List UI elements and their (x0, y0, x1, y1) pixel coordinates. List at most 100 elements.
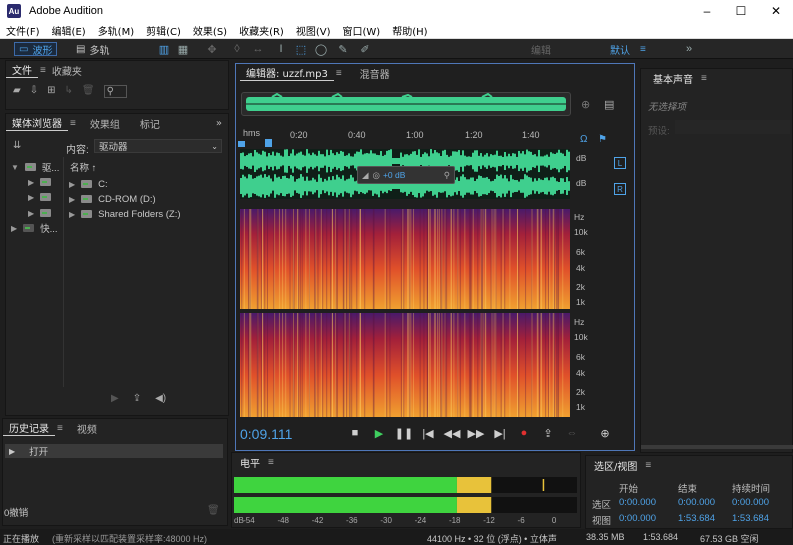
menu-help[interactable]: 帮助(H) (386, 23, 433, 38)
menu-favorites[interactable]: 收藏夹(R) (233, 23, 290, 38)
tree-item[interactable]: ▶ (28, 206, 57, 220)
waveform-overview[interactable] (241, 92, 571, 116)
move-tool-icon[interactable]: ✥ (205, 42, 219, 56)
selection-end[interactable]: 0:00.000 (678, 497, 715, 508)
zoom-magnifier-icon[interactable]: ⊕ (581, 98, 590, 111)
spectral-frequency-icon[interactable]: ▥ (157, 42, 171, 56)
selection-duration[interactable]: 0:00.000 (732, 497, 769, 508)
view-duration[interactable]: 1:53.684 (732, 513, 769, 524)
tree-shortcuts[interactable]: ▶ 快... (11, 221, 58, 236)
menu-multitrack[interactable]: 多轨(M) (92, 23, 140, 38)
panel-menu-icon[interactable]: ≡ (645, 460, 651, 471)
list-item[interactable]: ▶ 打开 (5, 444, 223, 458)
search-icon[interactable]: ⚲ (103, 85, 127, 98)
waveform-display[interactable]: ◢ ◎ +0 dB ⚲ (240, 149, 570, 199)
tab-effects-rack[interactable]: 效果组 (84, 116, 126, 131)
view-end[interactable]: 1:53.684 (678, 513, 715, 524)
waveform-view-button[interactable]: ▭ 波形 (14, 42, 58, 57)
new-file-icon[interactable]: ⊞ (47, 85, 55, 98)
fast-forward-button[interactable]: ▶▶ (468, 426, 485, 440)
list-item[interactable]: ▶ CD-ROM (D:) (69, 192, 156, 206)
panel-menu-icon[interactable]: ≡ (701, 73, 707, 84)
pin-icon[interactable]: ⚑ (598, 134, 607, 145)
menu-effects[interactable]: 效果(S) (187, 23, 233, 38)
play-preview-icon[interactable]: ▶ (111, 393, 119, 404)
panel-menu-icon[interactable]: ≡ (268, 457, 274, 468)
pause-button[interactable]: ❚❚ (395, 426, 413, 440)
import-icon[interactable]: ⇩ (30, 85, 38, 98)
tree-drives[interactable]: ▼ 驱... (11, 160, 59, 175)
menu-edit[interactable]: 编辑(E) (46, 23, 92, 38)
rewind-button[interactable]: ◀◀ (444, 426, 461, 440)
scrollbar[interactable] (641, 445, 793, 449)
volume-icon[interactable]: ◀) (155, 393, 166, 404)
content-select[interactable]: 驱动器 ⌄ (94, 139, 222, 153)
workspace-default-tab[interactable]: 默认 ≡ (606, 42, 650, 57)
menu-view[interactable]: 视图(V) (290, 23, 337, 38)
maximize-button[interactable]: ☐ (724, 0, 758, 22)
insert-to-editor-icon[interactable]: ⇪ (133, 393, 141, 404)
gain-knob-icon[interactable]: ◎ (373, 170, 380, 181)
next-button[interactable]: ▶| (492, 426, 508, 440)
download-icon[interactable]: ⇊ (13, 140, 21, 151)
minimize-button[interactable]: – (690, 0, 724, 22)
tab-mixer[interactable]: 混音器 (354, 66, 396, 81)
tab-history[interactable]: 历史记录 (3, 420, 55, 436)
multitrack-view-button[interactable]: ▤ 多轨 (72, 42, 113, 57)
menu-file[interactable]: 文件(F) (0, 23, 46, 38)
menu-clip[interactable]: 剪辑(C) (140, 23, 187, 38)
hud-gain-control[interactable]: ◢ ◎ +0 dB ⚲ (357, 166, 455, 184)
tab-favorites[interactable]: 收藏夹 (46, 63, 88, 78)
selection-start[interactable]: 0:00.000 (619, 497, 656, 508)
current-time[interactable]: 0:09.111 (240, 426, 292, 442)
more-workspaces-icon[interactable]: » (682, 42, 696, 56)
stop-button[interactable]: ■ (347, 426, 363, 440)
menu-window[interactable]: 窗口(W) (337, 23, 387, 38)
tab-markers[interactable]: 标记 (134, 116, 166, 131)
close-button[interactable]: ✕ (759, 0, 793, 22)
razor-tool-icon[interactable]: ◊ (230, 42, 244, 56)
start-marker[interactable] (238, 141, 245, 147)
delete-icon[interactable]: 🗑 (82, 85, 95, 98)
delete-icon[interactable]: 🗑 (207, 505, 220, 516)
spectral-pitch-icon[interactable]: ▦ (176, 42, 190, 56)
brush-tool-icon[interactable]: ✎ (336, 42, 350, 56)
loop-button[interactable]: ⇪ (540, 426, 556, 440)
previous-button[interactable]: |◀ (420, 426, 436, 440)
playhead-handle[interactable] (265, 139, 272, 147)
slip-tool-icon[interactable]: ↔ (251, 42, 265, 56)
pin-hud-icon[interactable]: ⚲ (444, 170, 450, 181)
zoom-in-icon[interactable]: ⊕ (597, 426, 613, 440)
panel-menu-icon[interactable]: ≡ (57, 423, 63, 434)
skip-selection-button[interactable]: ⇔ (564, 426, 580, 440)
spot-healing-icon[interactable]: ✐ (358, 42, 372, 56)
channel-right-toggle[interactable]: R (614, 183, 626, 195)
preset-select[interactable] (675, 120, 790, 134)
headphones-icon[interactable]: Ω (580, 134, 587, 145)
tree-item[interactable]: ▶ (28, 175, 57, 189)
more-panels-icon[interactable]: » (210, 118, 228, 129)
time-ruler[interactable]: hms 0:20 0:40 1:00 1:20 1:40 (238, 128, 572, 147)
tab-video[interactable]: 视频 (71, 421, 103, 436)
tab-selection-view[interactable]: 选区/视图 (588, 458, 643, 473)
tree-item[interactable]: ▶ (28, 190, 57, 204)
channel-left-toggle[interactable]: L (614, 157, 626, 169)
workspace-edit-tab[interactable]: 编辑 (527, 42, 555, 57)
list-item[interactable]: ▶ Shared Folders (Z:) (69, 207, 181, 221)
marquee-tool-icon[interactable]: ⬚ (294, 42, 308, 56)
time-selection-tool-icon[interactable]: I (274, 42, 288, 56)
play-button[interactable]: ▶ (371, 426, 387, 440)
insert-icon[interactable]: ↳ (64, 85, 72, 98)
list-item[interactable]: ▶ C: (69, 177, 108, 191)
tab-media-browser[interactable]: 媒体浏览器 (6, 115, 68, 131)
open-folder-icon[interactable]: ▰ (13, 85, 21, 98)
view-start[interactable]: 0:00.000 (619, 513, 656, 524)
tab-editor[interactable]: 编辑器: uzzf.mp3 (240, 65, 334, 81)
tab-level[interactable]: 电平 (234, 455, 266, 470)
tab-basic-sound[interactable]: 基本声音 (647, 71, 699, 86)
lasso-tool-icon[interactable]: ◯ (314, 42, 328, 56)
panel-menu-icon[interactable]: ≡ (70, 118, 76, 129)
spectral-display[interactable] (240, 209, 571, 417)
overview-options-icon[interactable]: ▤ (604, 98, 614, 111)
name-column-header[interactable]: 名称 ↑ (70, 160, 96, 174)
